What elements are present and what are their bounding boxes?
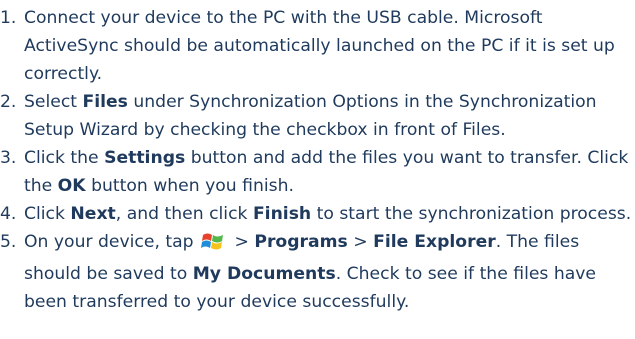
step-1: 1. Connect your device to the PC with the… xyxy=(0,4,635,88)
step-text: > xyxy=(229,232,255,252)
step-text: button when you finish. xyxy=(85,176,294,196)
step-text: , and then click xyxy=(115,204,253,224)
step-text: Select xyxy=(24,92,83,112)
step-number: 3. xyxy=(0,148,17,168)
windows-start-icon xyxy=(201,231,225,260)
step-5: 5. On your device, tap > Programs > File … xyxy=(0,228,635,316)
step-text: > xyxy=(347,232,374,252)
ok-label: OK xyxy=(57,176,86,196)
step-3: 3. Click the Settings button and add the … xyxy=(0,144,635,200)
step-text: Click xyxy=(24,204,71,224)
step-text: On your device, tap xyxy=(24,232,200,252)
next-label: Next xyxy=(70,204,116,224)
files-label: Files xyxy=(82,92,128,112)
finish-label: Finish xyxy=(252,204,312,224)
step-number: 4. xyxy=(0,204,17,224)
step-2: 2. Select Files under Synchronization Opt… xyxy=(0,88,635,144)
file-explorer-label: File Explorer xyxy=(373,232,496,252)
step-text: Click the xyxy=(24,148,105,168)
step-4: 4. Click Next, and then click Finish to s… xyxy=(0,200,635,228)
settings-label: Settings xyxy=(104,148,186,168)
step-text: Connect your device to the PC with the U… xyxy=(24,8,615,84)
step-text: to start the synchronization process. xyxy=(311,204,632,224)
step-number: 2. xyxy=(0,92,17,112)
instruction-list: 1. Connect your device to the PC with the… xyxy=(0,0,635,316)
step-number: 1. xyxy=(0,8,17,28)
step-number: 5. xyxy=(0,232,17,252)
programs-label: Programs xyxy=(254,232,348,252)
my-documents-label: My Documents xyxy=(192,264,336,284)
